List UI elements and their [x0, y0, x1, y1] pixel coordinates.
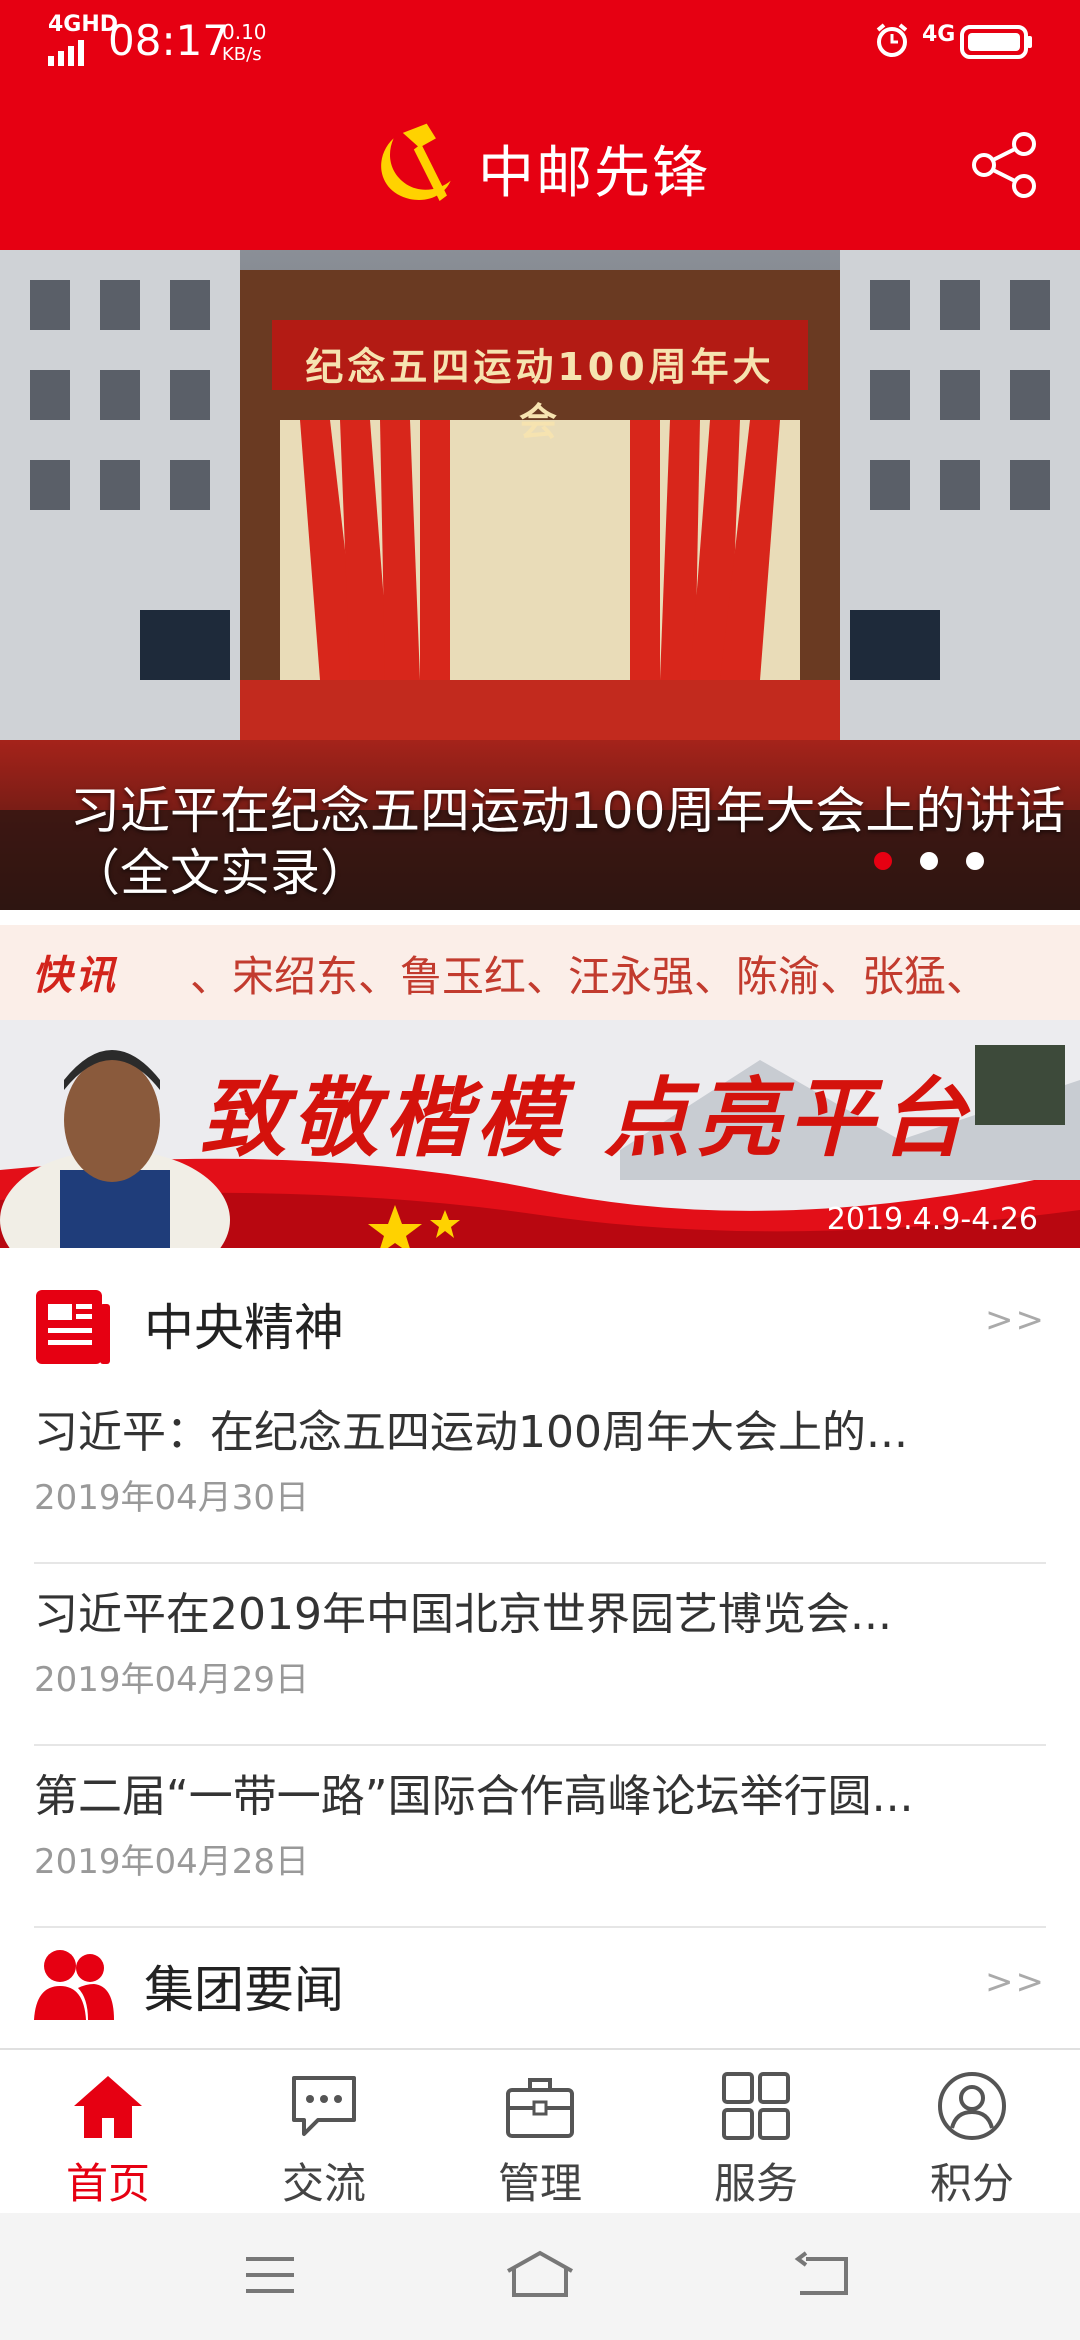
menu-icon[interactable] [244, 2253, 296, 2297]
nav-item-service[interactable]: 服务 [648, 2050, 864, 2215]
signal-icon [48, 40, 84, 66]
news-flash-label: 快讯 [32, 953, 118, 999]
banner-caption: 习近平在纪念五四运动100周年大会上的讲话（全文实录） [70, 782, 1066, 902]
section-header-group-news[interactable]: 集团要闻 >> [0, 1922, 1080, 2042]
grid-icon [722, 2072, 790, 2140]
news-title: 第二届“一带一路”国际合作高峰论坛举行圆... [34, 1771, 914, 1822]
more-link[interactable]: >> [985, 1300, 1046, 1340]
alarm-icon [876, 23, 908, 57]
news-item[interactable]: 习近平：在纪念五四运动100周年大会上的... 2019年04月30日 [34, 1380, 1046, 1564]
app-title: 中邮先锋 [478, 141, 710, 206]
network-4g: 4G [922, 22, 956, 47]
nav-label: 首页 [65, 2159, 150, 2208]
clock: 08:17 [108, 16, 230, 65]
carousel-dot-2[interactable] [920, 852, 938, 870]
nav-item-manage[interactable]: 管理 [432, 2050, 648, 2215]
net-speed-unit: KB/s [222, 44, 262, 65]
promo-title: 致敬楷模 点亮平台 [200, 1068, 972, 1169]
nav-item-points[interactable]: 积分 [864, 2050, 1080, 2215]
group-icon [34, 1950, 114, 2020]
nav-label: 管理 [497, 2159, 582, 2208]
briefcase-icon [506, 2078, 574, 2138]
nav-item-home[interactable]: 首页 [0, 2050, 216, 2215]
bottom-nav: 首页 交流 管理 服务 积分 [0, 2048, 1080, 2215]
app-header: 中邮先锋 [0, 80, 1080, 250]
nav-label: 交流 [281, 2159, 366, 2208]
news-flash-text[interactable]: 、宋绍东、鲁玉红、汪永强、陈渝、张猛、 [190, 943, 988, 1004]
news-item[interactable]: 第二届“一带一路”国际合作高峰论坛举行圆... 2019年04月28日 [34, 1744, 1046, 1928]
banner-hall-text: 纪念五四运动100周年大会 [305, 345, 775, 444]
news-title: 习近平在2019年中国北京世界园艺博览会... [34, 1589, 892, 1640]
status-bar: 4GHD 08:17 0.10 KB/s 4G [0, 0, 1080, 80]
news-item[interactable]: 习近平在2019年中国北京世界园艺博览会... 2019年04月29日 [34, 1562, 1046, 1746]
system-nav-bar [0, 2213, 1080, 2340]
news-date: 2019年04月30日 [34, 1478, 310, 1518]
promo-banner[interactable]: 致敬楷模 点亮平台 2019.4.9-4.26 [0, 1020, 1080, 1248]
battery-icon [960, 25, 1032, 59]
chat-icon [292, 2076, 356, 2136]
home-icon [74, 2076, 142, 2138]
nav-label: 服务 [713, 2159, 798, 2208]
home-button-icon[interactable] [504, 2249, 576, 2299]
news-date: 2019年04月29日 [34, 1660, 310, 1700]
section-header-central-spirit[interactable]: 中央精神 >> [0, 1260, 1080, 1380]
net-speed-value: 0.10 [222, 20, 267, 44]
section-title: 集团要闻 [144, 1961, 344, 2019]
promo-date: 2019.4.9-4.26 [826, 1202, 1038, 1237]
nav-label: 积分 [929, 2159, 1014, 2208]
document-icon [36, 1290, 110, 1364]
user-circle-icon [938, 2072, 1006, 2140]
news-title: 习近平：在纪念五四运动100周年大会上的... [34, 1407, 908, 1458]
section-title: 中央精神 [144, 1299, 344, 1357]
carousel-dot-3[interactable] [966, 852, 984, 870]
more-link[interactable]: >> [985, 1962, 1046, 2002]
back-icon[interactable] [792, 2251, 852, 2297]
carousel-dot-1[interactable] [874, 852, 892, 870]
news-date: 2019年04月28日 [34, 1842, 310, 1882]
party-emblem-icon [381, 123, 451, 201]
nav-item-chat[interactable]: 交流 [216, 2050, 432, 2215]
news-flash-bar[interactable]: 快讯 、宋绍东、鲁玉红、汪永强、陈渝、张猛、 [0, 925, 1080, 1020]
banner-carousel[interactable]: 纪念五四运动100周年大会 习近平在纪念五四运动100周年大会上的讲话（全文实录… [0, 250, 1080, 910]
share-icon[interactable] [970, 130, 1040, 200]
